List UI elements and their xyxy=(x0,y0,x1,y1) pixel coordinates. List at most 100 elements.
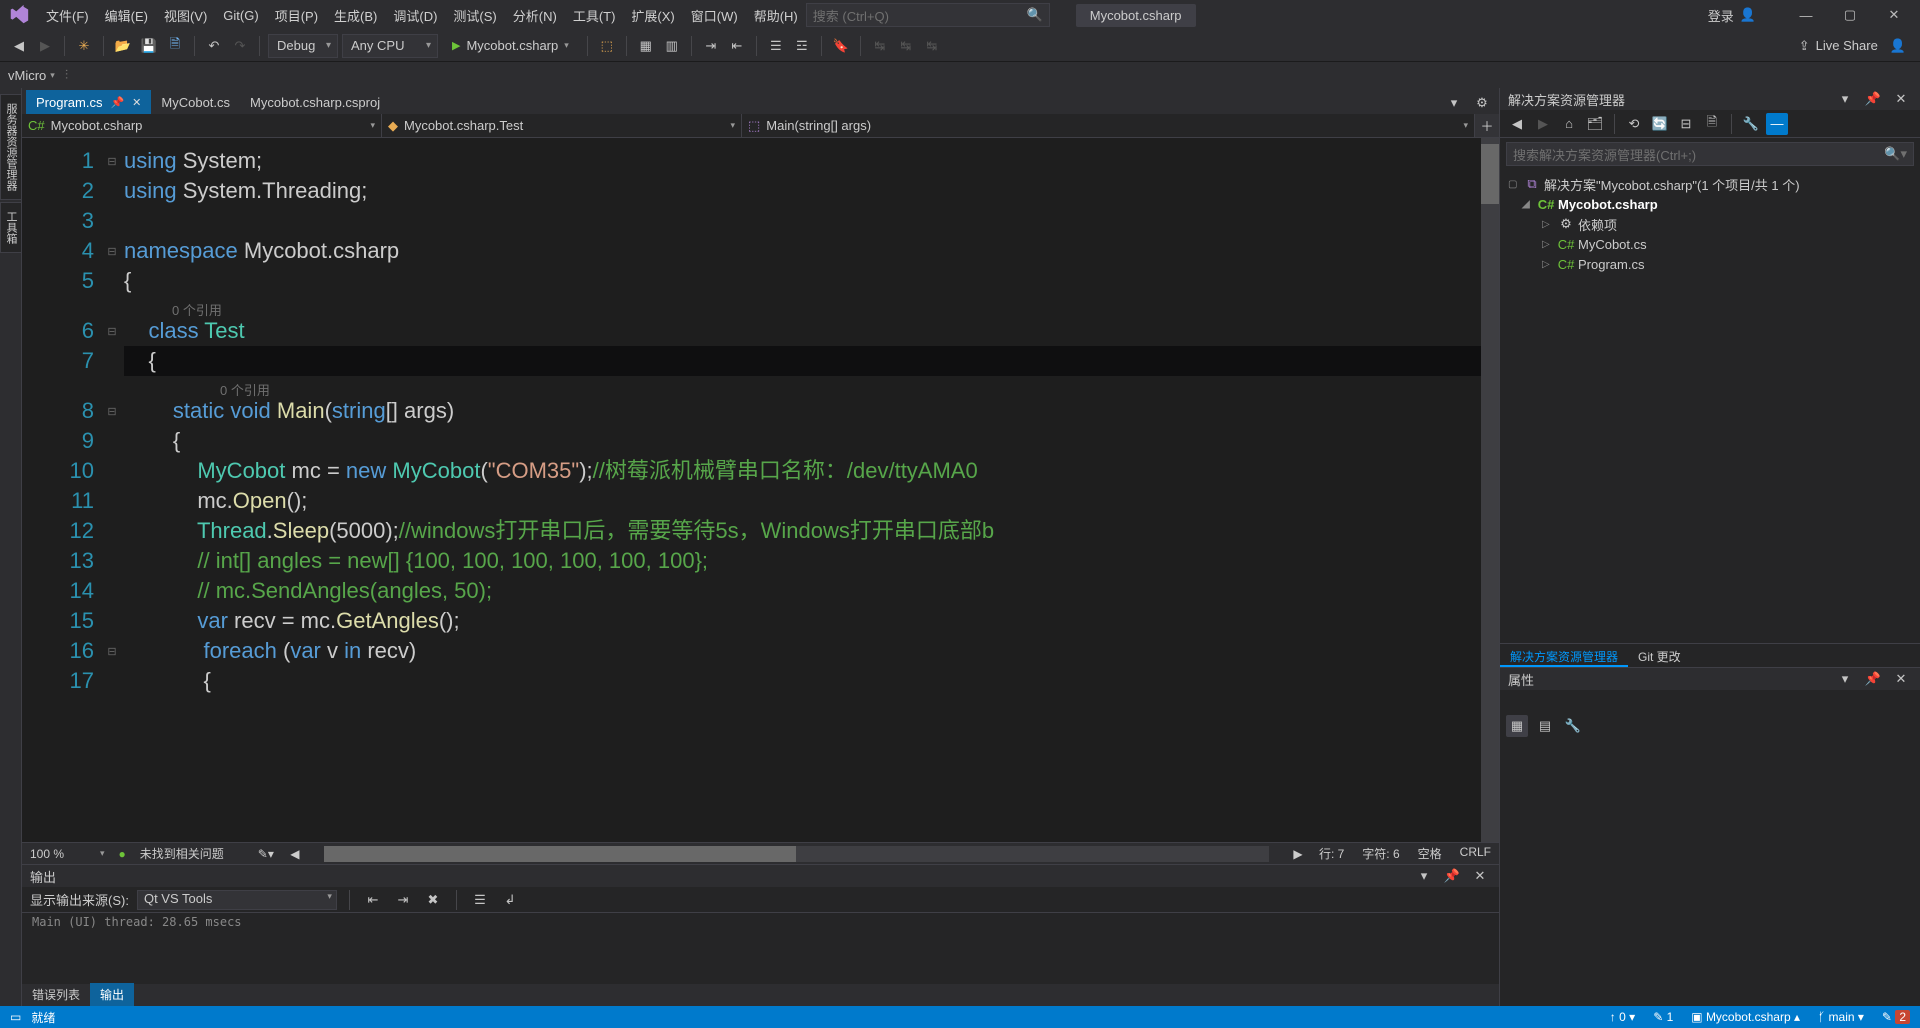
menu-help[interactable]: 帮助(H) xyxy=(746,2,806,29)
start-debug-button[interactable]: ▶ Mycobot.csharp ▾ xyxy=(442,34,579,58)
solution-tree[interactable]: ▢ ⧉ 解决方案"Mycobot.csharp"(1 个项目/共 1 个) ◢ … xyxy=(1500,170,1920,643)
editor-scrollbar[interactable] xyxy=(1481,138,1499,842)
se-switch-view-button[interactable]: 🗂 xyxy=(1584,113,1606,135)
tb-icon-8[interactable]: 🔖 xyxy=(830,35,852,57)
se-showall-button[interactable]: 🗎 xyxy=(1701,113,1723,135)
nav-member-combo[interactable]: ⬚ Main(string[] args) ▾ xyxy=(742,114,1475,137)
menu-window[interactable]: 窗口(W) xyxy=(683,2,746,29)
tb-icon-11[interactable]: ↹ xyxy=(921,35,943,57)
prop-categorized-button[interactable]: ▦ xyxy=(1506,715,1528,737)
vmicro-menu[interactable]: vMicro xyxy=(8,68,46,83)
menu-edit[interactable]: 编辑(E) xyxy=(97,2,156,29)
tree-program-node[interactable]: ▷ C# Program.cs xyxy=(1500,254,1920,274)
tree-dependencies-node[interactable]: ▷ ⚙ 依赖项 xyxy=(1500,214,1920,234)
prop-alpha-button[interactable]: ▤ xyxy=(1534,715,1556,737)
new-item-button[interactable]: ✳ xyxy=(73,35,95,57)
save-button[interactable]: 💾 xyxy=(138,35,160,57)
se-preview-button[interactable]: — xyxy=(1766,113,1788,135)
tb-icon-9[interactable]: ↹ xyxy=(869,35,891,57)
tb-icon-4[interactable]: ⇥ xyxy=(700,35,722,57)
solution-search-input[interactable]: 搜索解决方案资源管理器(Ctrl+;) 🔍▾ xyxy=(1506,142,1914,166)
menu-debug[interactable]: 调试(D) xyxy=(385,2,445,29)
redo-button[interactable]: ↷ xyxy=(229,35,251,57)
tb-icon-6[interactable]: ☰ xyxy=(765,35,787,57)
open-file-button[interactable]: 📂 xyxy=(112,35,134,57)
output-close-button[interactable]: ✕ xyxy=(1469,865,1491,887)
tb-icon-2[interactable]: ▦ xyxy=(635,35,657,57)
menu-file[interactable]: 文件(F) xyxy=(38,2,97,29)
menu-test[interactable]: 测试(S) xyxy=(445,2,504,29)
se-collapse-button[interactable]: ⊟ xyxy=(1675,113,1697,135)
tree-project-node[interactable]: ◢ C# Mycobot.csharp xyxy=(1500,194,1920,214)
minimize-button[interactable]: ― xyxy=(1786,2,1826,28)
save-all-button[interactable]: 🗎 xyxy=(164,35,186,57)
fold-column[interactable]: ⊟⊟⊟⊟⊟ xyxy=(104,138,120,842)
code-area[interactable]: using System;using System.Threading;name… xyxy=(120,138,1481,842)
output-tb-2[interactable]: ⇥ xyxy=(392,889,414,911)
menu-build[interactable]: 生成(B) xyxy=(326,2,385,29)
se-tab-solution[interactable]: 解决方案资源管理器 xyxy=(1500,644,1628,667)
output-tb-4[interactable]: ☰ xyxy=(469,889,491,911)
server-explorer-tab[interactable]: 服务器资源管理器 xyxy=(0,94,21,200)
output-tb-5[interactable]: ↲ xyxy=(499,889,521,911)
maximize-button[interactable]: ▢ xyxy=(1830,2,1870,28)
se-tab-git[interactable]: Git 更改 xyxy=(1628,644,1691,667)
output-source-combo[interactable]: Qt VS Tools xyxy=(137,890,337,910)
se-close-button[interactable]: ✕ xyxy=(1890,88,1912,110)
status-add-to-source[interactable]: ↑ 0 ▾ xyxy=(1610,1010,1635,1024)
close-icon[interactable]: ✕ xyxy=(132,96,141,109)
tab-program-cs[interactable]: Program.cs 📌 ✕ xyxy=(26,90,151,114)
scroll-left-button[interactable]: ◀ xyxy=(288,847,302,861)
nav-class-combo[interactable]: ◆ Mycobot.csharp.Test ▾ xyxy=(382,114,742,137)
scroll-right-button[interactable]: ▶ xyxy=(1291,847,1305,861)
pin-icon[interactable]: 📌 xyxy=(110,96,124,109)
se-dropdown-button[interactable]: ▾ xyxy=(1834,88,1856,110)
tab-mycobot-cs[interactable]: MyCobot.cs xyxy=(151,90,240,114)
tb-icon-5[interactable]: ⇤ xyxy=(726,35,748,57)
tree-solution-node[interactable]: ▢ ⧉ 解决方案"Mycobot.csharp"(1 个项目/共 1 个) xyxy=(1500,174,1920,194)
status-branch[interactable]: ᚶ main ▾ xyxy=(1818,1010,1864,1024)
menu-analyze[interactable]: 分析(N) xyxy=(505,2,565,29)
menu-ext[interactable]: 扩展(X) xyxy=(623,2,682,29)
se-back-button[interactable]: ◀ xyxy=(1506,113,1528,135)
close-button[interactable]: ✕ xyxy=(1874,2,1914,28)
output-dropdown-button[interactable]: ▾ xyxy=(1413,865,1435,887)
tab-settings-button[interactable]: ⚙ xyxy=(1471,92,1493,114)
editor-hscroll[interactable] xyxy=(324,846,1269,862)
status-errors[interactable]: ✎ 1 xyxy=(1653,1010,1673,1024)
output-tab-output[interactable]: 输出 xyxy=(90,983,134,1006)
output-body[interactable]: Main (UI) thread: 28.65 msecs xyxy=(22,913,1499,984)
tab-csproj[interactable]: Mycobot.csharp.csproj xyxy=(240,90,390,114)
global-search-input[interactable]: 搜索 (Ctrl+Q) 🔍 xyxy=(806,3,1050,27)
brush-icon[interactable]: ✎▾ xyxy=(258,847,274,861)
platform-combo[interactable]: Any CPU xyxy=(342,34,438,58)
prop-dropdown-button[interactable]: ▾ xyxy=(1834,668,1856,690)
se-sync-button[interactable]: ⟲ xyxy=(1623,113,1645,135)
tab-overflow-button[interactable]: ▾ xyxy=(1443,92,1465,114)
status-changes[interactable]: ✎ 2 xyxy=(1882,1010,1910,1024)
output-tab-errors[interactable]: 错误列表 xyxy=(22,983,90,1006)
tb-icon-1[interactable]: ⬚ xyxy=(596,35,618,57)
live-share-button[interactable]: ⇪ Live Share 👤 xyxy=(1793,34,1912,58)
tb-icon-3[interactable]: ▥ xyxy=(661,35,683,57)
se-properties-button[interactable]: 🔧 xyxy=(1740,113,1762,135)
nav-project-combo[interactable]: C# Mycobot.csharp ▾ xyxy=(22,114,382,137)
issues-label[interactable]: 未找到相关问题 xyxy=(140,845,224,862)
prop-pages-button[interactable]: 🔧 xyxy=(1562,715,1584,737)
se-pin-button[interactable]: 📌 xyxy=(1862,88,1884,110)
menu-tools[interactable]: 工具(T) xyxy=(565,2,624,29)
output-tb-3[interactable]: ✖ xyxy=(422,889,444,911)
se-refresh-button[interactable]: 🔄 xyxy=(1649,113,1671,135)
prop-pin-button[interactable]: 📌 xyxy=(1862,668,1884,690)
se-fwd-button[interactable]: ▶ xyxy=(1532,113,1554,135)
nav-add-button[interactable]: ＋ xyxy=(1475,114,1499,137)
toolbar-overflow-icon[interactable]: ⫶ xyxy=(65,67,68,83)
output-pin-button[interactable]: 📌 xyxy=(1441,865,1463,887)
toolbox-tab[interactable]: 工具箱 xyxy=(0,202,21,253)
menu-view[interactable]: 视图(V) xyxy=(156,2,215,29)
nav-back-button[interactable]: ◀ xyxy=(8,35,30,57)
tb-icon-10[interactable]: ↹ xyxy=(895,35,917,57)
menu-git[interactable]: Git(G) xyxy=(215,4,266,27)
config-combo[interactable]: Debug xyxy=(268,34,338,58)
code-editor[interactable]: 1234567891011121314151617 ⊟⊟⊟⊟⊟ using Sy… xyxy=(22,138,1499,842)
